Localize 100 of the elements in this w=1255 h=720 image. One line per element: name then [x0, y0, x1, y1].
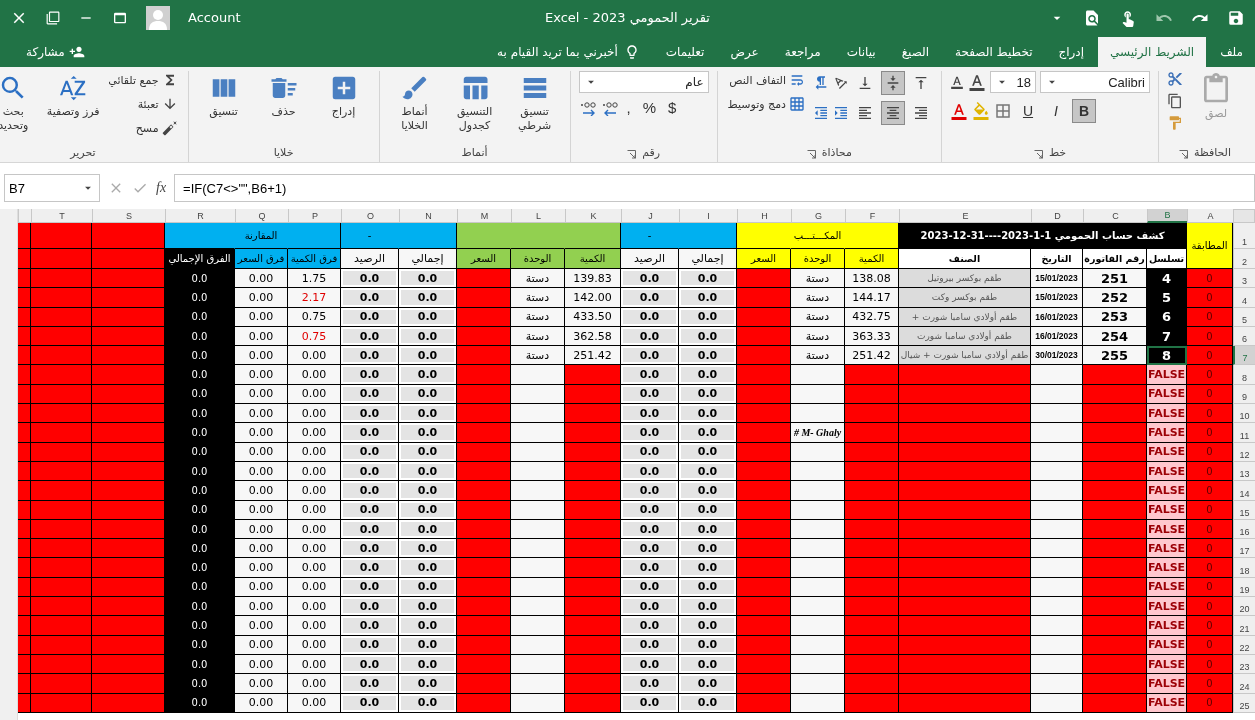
row-header[interactable]: 23	[1233, 654, 1255, 675]
font-style-button[interactable]: U	[1016, 99, 1040, 123]
row-header[interactable]: 2	[1233, 249, 1255, 269]
grow-font-icon[interactable]	[968, 73, 986, 91]
ribbon-button[interactable]: تنسيق شرطي	[507, 71, 562, 135]
row-header[interactable]: 10	[1233, 404, 1255, 424]
wrap-text-button[interactable]: التفاف النص	[725, 71, 807, 89]
column-header[interactable]: J	[621, 209, 679, 223]
fill-color-icon[interactable]	[972, 102, 990, 120]
dialog-launcher-icon[interactable]	[627, 149, 637, 159]
row-header[interactable]: 16	[1233, 519, 1255, 540]
font-style-button[interactable]: I	[1044, 99, 1068, 123]
row-header[interactable]: 19	[1233, 577, 1255, 598]
font-color-icon[interactable]	[950, 102, 968, 120]
ribbon-tab[interactable]: بيانات	[834, 37, 888, 67]
ribbon-button[interactable]: إدراج	[316, 71, 371, 121]
font-name-field[interactable]: Calibri	[1040, 71, 1150, 93]
font-style-button[interactable]: B	[1072, 99, 1096, 123]
horizontal-align-button[interactable]	[881, 101, 905, 125]
save-icon[interactable]	[1227, 8, 1245, 27]
column-header[interactable]: T	[31, 209, 92, 223]
row-header[interactable]: 9	[1233, 384, 1255, 405]
column-header[interactable]: P	[288, 209, 341, 223]
row-header[interactable]: 11	[1233, 423, 1255, 443]
account-name[interactable]: Account	[188, 10, 241, 25]
row-header[interactable]: 3	[1233, 269, 1255, 289]
avatar[interactable]	[146, 5, 170, 30]
font-size-field[interactable]: 18	[990, 71, 1036, 93]
column-header[interactable]: H	[737, 209, 791, 223]
column-header[interactable]: L	[511, 209, 565, 223]
ribbon-tab[interactable]: تعليمات	[653, 37, 717, 67]
insert-function-button[interactable]: fx	[156, 180, 167, 196]
ribbon-tab[interactable]: الشريط الرئيسي	[1098, 37, 1207, 67]
column-header[interactable]: I	[679, 209, 737, 223]
row-header[interactable]: 12	[1233, 442, 1255, 462]
row-header[interactable]: 25	[1233, 693, 1255, 713]
tell-me-field[interactable]: أخبرني بما تريد القيام به	[485, 37, 652, 67]
decrease-decimal-icon[interactable]	[578, 99, 597, 116]
text-direction-icon[interactable]	[813, 75, 829, 91]
row-header[interactable]: 7	[1233, 346, 1255, 366]
number-format-button[interactable]: $	[664, 99, 681, 116]
dialog-launcher-icon[interactable]	[1179, 149, 1188, 159]
column-header[interactable]: M	[457, 209, 511, 223]
column-header[interactable]: R	[165, 209, 235, 223]
ribbon-tab[interactable]: الصيغ	[889, 37, 942, 67]
column-header[interactable]: K	[565, 209, 621, 223]
print-preview-icon[interactable]	[1083, 8, 1101, 27]
ribbon-button[interactable]: مسح	[106, 119, 180, 137]
column-header[interactable]: N	[399, 209, 457, 223]
vertical-scrollbar[interactable]	[0, 209, 18, 720]
row-header[interactable]: 17	[1233, 539, 1255, 559]
row-header[interactable]: 8	[1233, 365, 1255, 385]
cut-icon[interactable]	[1167, 71, 1183, 87]
shrink-font-icon[interactable]	[950, 75, 964, 89]
number-format-field[interactable]: عام	[578, 71, 709, 93]
column-header[interactable]: G	[791, 209, 845, 223]
vertical-align-button[interactable]	[881, 71, 905, 95]
ribbon-button[interactable]: تعبئة	[106, 95, 180, 113]
row-header[interactable]: 14	[1233, 481, 1255, 501]
dialog-launcher-icon[interactable]	[1033, 149, 1043, 159]
ribbon-tab[interactable]: تخطيط الصفحة	[943, 37, 1045, 67]
indent-increase-icon[interactable]	[833, 105, 849, 121]
column-header[interactable]: Q	[235, 209, 288, 223]
row-header[interactable]: 4	[1233, 288, 1255, 308]
orientation-icon[interactable]	[833, 75, 849, 91]
ribbon-tab[interactable]: ملف	[1208, 37, 1255, 67]
ribbon-tab[interactable]: إدراج	[1046, 37, 1097, 67]
row-header[interactable]: 5	[1233, 307, 1255, 327]
formula-field[interactable]: =IF(C7<>"",B6+1)	[174, 174, 1255, 202]
column-header[interactable]: D	[1031, 209, 1083, 223]
ribbon-button[interactable]: جمع تلقائي	[106, 71, 180, 89]
copy-icon[interactable]	[1167, 93, 1183, 109]
column-header[interactable]: E	[899, 209, 1031, 223]
indent-decrease-icon[interactable]	[813, 105, 829, 121]
ribbon-tab[interactable]: عرض	[718, 37, 771, 67]
number-format-button[interactable]: ,	[622, 99, 635, 116]
column-header[interactable]: B	[1147, 209, 1187, 223]
merge-center-button[interactable]: دمج وتوسيط	[725, 95, 807, 113]
borders-icon[interactable]	[994, 102, 1012, 120]
row-header[interactable]: 24	[1233, 674, 1255, 694]
number-format-button[interactable]: %	[638, 99, 661, 116]
ribbon-button[interactable]: فرز وتصفية	[46, 71, 101, 121]
dialog-launcher-icon[interactable]	[806, 149, 816, 159]
row-header[interactable]: 6	[1233, 326, 1255, 347]
column-header[interactable]: F	[845, 209, 899, 223]
row-header[interactable]: 1	[1233, 223, 1255, 249]
row-header[interactable]: 18	[1233, 558, 1255, 578]
ribbon-button[interactable]: أنماط الخلايا	[387, 71, 442, 135]
share-button[interactable]: مشاركة	[20, 37, 91, 67]
name-box[interactable]: B7	[4, 174, 100, 202]
column-header[interactable]: C	[1083, 209, 1147, 223]
ribbon-button[interactable]: تنسيق	[196, 71, 251, 121]
ribbon-tab[interactable]: مراجعة	[772, 37, 833, 67]
column-header[interactable]: A	[1187, 209, 1233, 223]
row-header[interactable]: 22	[1233, 635, 1255, 655]
row-header[interactable]: 13	[1233, 461, 1255, 482]
ribbon-button[interactable]: التنسيق كجدول	[447, 71, 502, 135]
increase-decimal-icon[interactable]	[600, 99, 619, 116]
column-header[interactable]: O	[341, 209, 399, 223]
row-header[interactable]: 20	[1233, 597, 1255, 617]
